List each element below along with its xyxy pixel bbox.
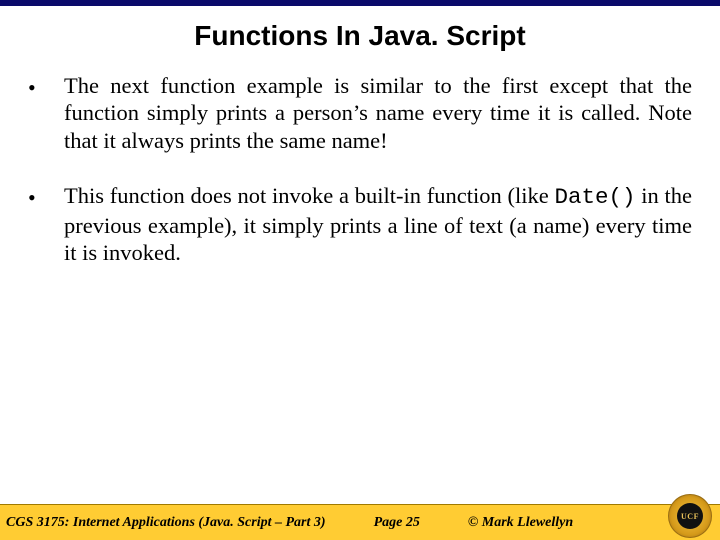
footer-course: CGS 3175: Internet Applications (Java. S… bbox=[6, 515, 326, 531]
footer-copyright: © Mark Llewellyn bbox=[468, 515, 573, 531]
slide-footer: CGS 3175: Internet Applications (Java. S… bbox=[0, 504, 720, 540]
bullet-text: This function does not invoke a built-in… bbox=[64, 182, 692, 266]
slide-title: Functions In Java. Script bbox=[0, 20, 720, 52]
bullet-marker: • bbox=[28, 182, 64, 266]
ucf-logo: UCF bbox=[668, 494, 712, 538]
slide-content: • The next function example is similar t… bbox=[0, 72, 720, 267]
footer-page: Page 25 bbox=[374, 515, 420, 531]
bullet-text-pre: The next function example is similar to … bbox=[64, 73, 692, 153]
bullet-text-pre: This function does not invoke a built-in… bbox=[64, 183, 554, 208]
logo-inner-disc: UCF bbox=[677, 503, 703, 529]
logo-outer-ring: UCF bbox=[668, 494, 712, 538]
slide: Functions In Java. Script • The next fun… bbox=[0, 0, 720, 540]
bullet-text: The next function example is similar to … bbox=[64, 72, 692, 154]
bullet-marker: • bbox=[28, 72, 64, 154]
bullet-item: • The next function example is similar t… bbox=[28, 72, 692, 154]
bullet-item: • This function does not invoke a built-… bbox=[28, 182, 692, 266]
code-literal: Date() bbox=[554, 184, 635, 210]
